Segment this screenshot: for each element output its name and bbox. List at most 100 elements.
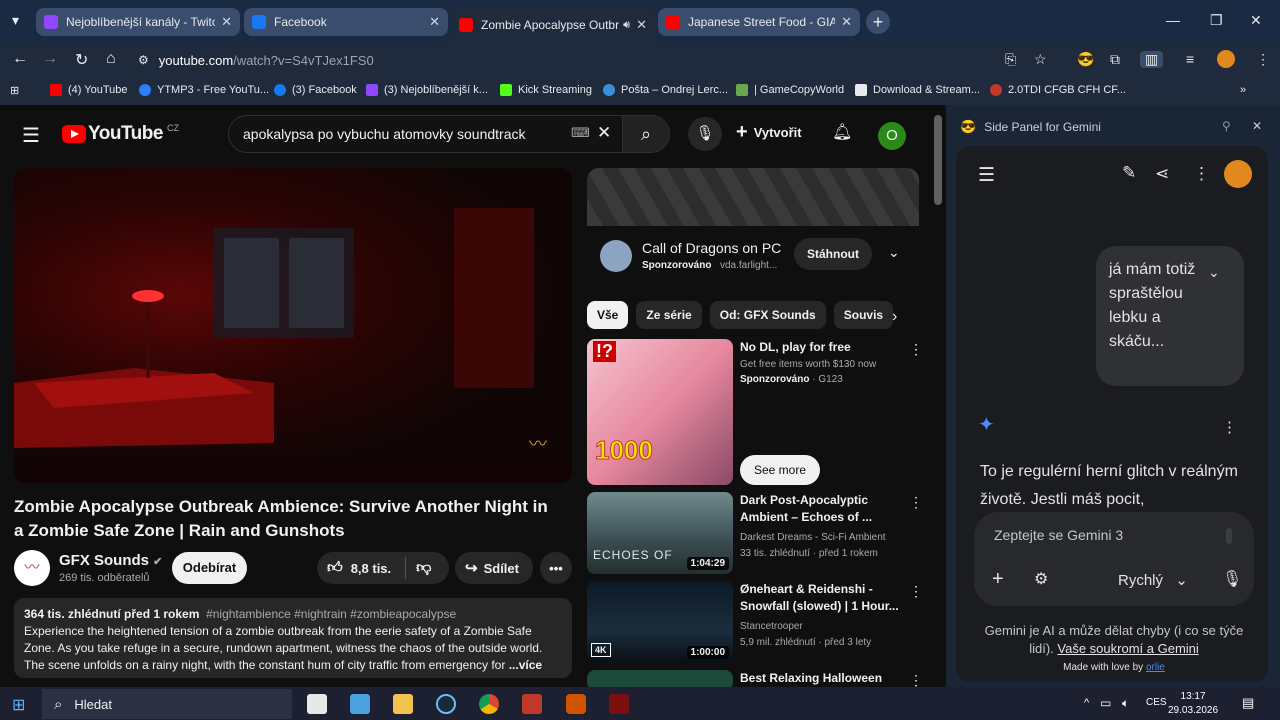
pin-icon[interactable]: ⚲ — [1222, 119, 1231, 133]
bookmark-youtube[interactable]: (4) YouTube — [50, 84, 128, 96]
media-controls-icon[interactable]: ≡ — [1186, 51, 1194, 67]
thumbnail[interactable]: 4K 1:00:00 — [587, 581, 733, 663]
hamburger-menu-icon[interactable]: ☰ — [22, 123, 40, 148]
network-icon[interactable]: ▭ — [1100, 696, 1111, 710]
menu-kebab-icon[interactable]: ⋮ — [1256, 51, 1270, 68]
author-link[interactable]: orlie — [1146, 662, 1165, 673]
notifications-icon[interactable]: ▤ — [1242, 695, 1254, 711]
system-clock[interactable]: 13:17 29.03.2026 — [1168, 690, 1218, 718]
subscribe-button[interactable]: Odebírat — [172, 552, 247, 584]
share-icon[interactable]: ⋖ — [1155, 164, 1169, 184]
more-vertical-icon[interactable]: ⋮ — [909, 494, 923, 511]
tab-facebook[interactable]: Facebook ✕ — [244, 8, 448, 36]
thumbnail[interactable] — [587, 670, 733, 687]
new-chat-icon[interactable]: ✎ — [1122, 163, 1136, 183]
minimize-icon[interactable]: — — [1166, 12, 1180, 28]
close-tab-icon[interactable]: ✕ — [221, 14, 232, 30]
see-more-button[interactable]: See more — [740, 455, 820, 485]
windows-start-icon[interactable]: ⊞ — [12, 695, 25, 715]
ad-banner-image[interactable] — [587, 168, 919, 226]
tray-chevron-icon[interactable]: ^ — [1084, 697, 1089, 709]
bookmark-facebook[interactable]: (3) Facebook — [274, 84, 357, 96]
new-tab-button[interactable]: + — [866, 10, 890, 34]
expand-chevron-icon[interactable]: ⌄ — [1208, 260, 1220, 284]
ad-title[interactable]: Call of Dragons on PC — [642, 240, 781, 256]
bookmark-ytmp3[interactable]: YTMP3 - Free YouTu... — [139, 84, 269, 96]
more-vertical-icon[interactable]: ⋮ — [909, 672, 923, 687]
dislike-icon[interactable]: 👎︎ — [416, 559, 431, 577]
extensions-puzzle-icon[interactable]: ⧉ — [1110, 51, 1120, 68]
video-player[interactable]: 〰 — [14, 168, 572, 483]
like-count[interactable]: 8,8 tis. — [351, 561, 391, 576]
steam-icon[interactable] — [436, 694, 456, 714]
close-tab-icon[interactable]: ✕ — [841, 14, 852, 30]
create-button[interactable]: + Vytvořit — [736, 121, 802, 144]
hashtags[interactable]: #nightambience #nightrain #zombieapocaly… — [206, 607, 456, 621]
chip-all[interactable]: Vše — [587, 301, 629, 329]
like-icon[interactable]: 👍︎ — [327, 559, 343, 577]
audio-playing-icon[interactable]: 🔊︎ — [623, 19, 630, 32]
photos-app-icon[interactable] — [350, 694, 370, 714]
chevron-down-icon[interactable]: ⌄ — [888, 244, 900, 261]
audio-app-icon[interactable] — [566, 694, 586, 714]
list-item[interactable]: 4K 1:00:00 Øneheart & Reidenshi - Snowfa… — [587, 581, 923, 663]
bookmark-star-icon[interactable]: ☆ — [1034, 51, 1047, 68]
page-scrollbar[interactable] — [934, 115, 942, 205]
keyboard-icon[interactable]: ⌨ — [571, 125, 590, 141]
response-options-icon[interactable]: ⋮ — [1222, 418, 1237, 436]
close-window-icon[interactable]: ✕ — [1250, 12, 1262, 29]
add-attachment-icon[interactable]: + — [992, 568, 1004, 591]
reload-icon[interactable]: ↻ — [75, 50, 88, 70]
account-avatar[interactable]: O — [878, 122, 906, 150]
privacy-link[interactable]: Vaše soukromí a Gemini — [1057, 641, 1198, 656]
tab-search-icon[interactable]: ▾ — [12, 12, 19, 29]
bookmark-gamecopyworld[interactable]: | GameCopyWorld — [736, 84, 844, 96]
prompt-input[interactable]: Zeptejte se Gemini 3 — [994, 527, 1123, 543]
maximize-icon[interactable]: ❐ — [1210, 12, 1223, 29]
notifications-bell-icon[interactable]: 🔔︎ — [832, 122, 852, 142]
home-icon[interactable]: ⌂ — [106, 50, 116, 68]
notes-app-icon[interactable] — [307, 694, 327, 714]
gemini-prompt-box[interactable]: Zeptejte se Gemini 3 + ⚙ Rychlý ⌄ 🎙︎ — [974, 512, 1254, 606]
mode-selector[interactable]: Rychlý ⌄ — [1118, 571, 1188, 589]
thumbnail[interactable]: ECHOES OF 1:04:29 — [587, 492, 733, 574]
close-panel-icon[interactable]: ✕ — [1252, 119, 1262, 133]
more-vertical-icon[interactable]: ⋮ — [909, 341, 923, 358]
microphone-icon[interactable]: 🎙︎ — [1222, 569, 1242, 589]
bookmark-download-stream[interactable]: Download & Stream... — [855, 84, 980, 96]
game-app-icon[interactable] — [609, 694, 629, 714]
more-bookmarks-icon[interactable]: » — [1240, 84, 1246, 96]
more-actions-button[interactable]: ••• — [540, 552, 572, 584]
search-input[interactable]: apokalypsa po vybuchu atomovky soundtrac… — [228, 115, 624, 153]
advertiser-avatar[interactable] — [600, 240, 632, 272]
close-tab-icon[interactable]: ✕ — [429, 14, 440, 30]
chrome-icon[interactable] — [479, 694, 499, 714]
list-item[interactable]: Best Relaxing Halloween ⋮ — [587, 670, 923, 687]
share-button[interactable]: ↪ Sdílet — [455, 552, 533, 584]
tab-japanese-street-food[interactable]: Japanese Street Food - GIANT ✕ — [658, 8, 860, 36]
more-vertical-icon[interactable]: ⋮ — [909, 583, 923, 600]
list-item[interactable]: !? 1000 No DL, play for free Get free it… — [587, 339, 923, 485]
list-item[interactable]: ECHOES OF 1:04:29 Dark Post-Apocalyptic … — [587, 492, 923, 574]
chips-next-arrow-icon[interactable]: › — [892, 308, 897, 326]
file-explorer-icon[interactable] — [393, 694, 413, 714]
chip-from-series[interactable]: Ze série — [636, 301, 702, 329]
language-indicator[interactable]: CES — [1146, 697, 1167, 708]
gemini-profile-avatar[interactable] — [1224, 160, 1252, 188]
red-app-icon[interactable] — [522, 694, 542, 714]
tab-zombie-active[interactable]: Zombie Apocalypse Outbre 🔊︎ ✕ — [451, 6, 655, 44]
bookmark-twitch[interactable]: (3) Nejoblíbenější k... — [366, 84, 488, 96]
taskbar-search[interactable]: ⌕ Hledat — [42, 689, 292, 719]
tools-icon[interactable]: ⚙ — [1034, 569, 1048, 589]
bookmark-2tdi[interactable]: 2.0TDI CFGB CFH CF... — [990, 84, 1126, 96]
site-info-icon[interactable]: ⚙ — [138, 53, 149, 67]
volume-icon[interactable]: 🔈︎ — [1122, 696, 1129, 711]
search-button[interactable]: ⌕ — [622, 115, 670, 153]
chip-from-channel[interactable]: Od: GFX Sounds — [709, 301, 826, 329]
forward-icon[interactable]: → — [42, 50, 58, 68]
gemini-menu-icon[interactable]: ☰ — [978, 164, 995, 187]
video-description[interactable]: 364 tis. zhlédnutí před 1 rokem #nightam… — [14, 598, 572, 678]
install-app-icon[interactable]: ⎘ — [1005, 51, 1016, 68]
channel-avatar[interactable]: 〰 — [14, 550, 50, 586]
show-more-link[interactable]: ...více — [509, 658, 542, 672]
